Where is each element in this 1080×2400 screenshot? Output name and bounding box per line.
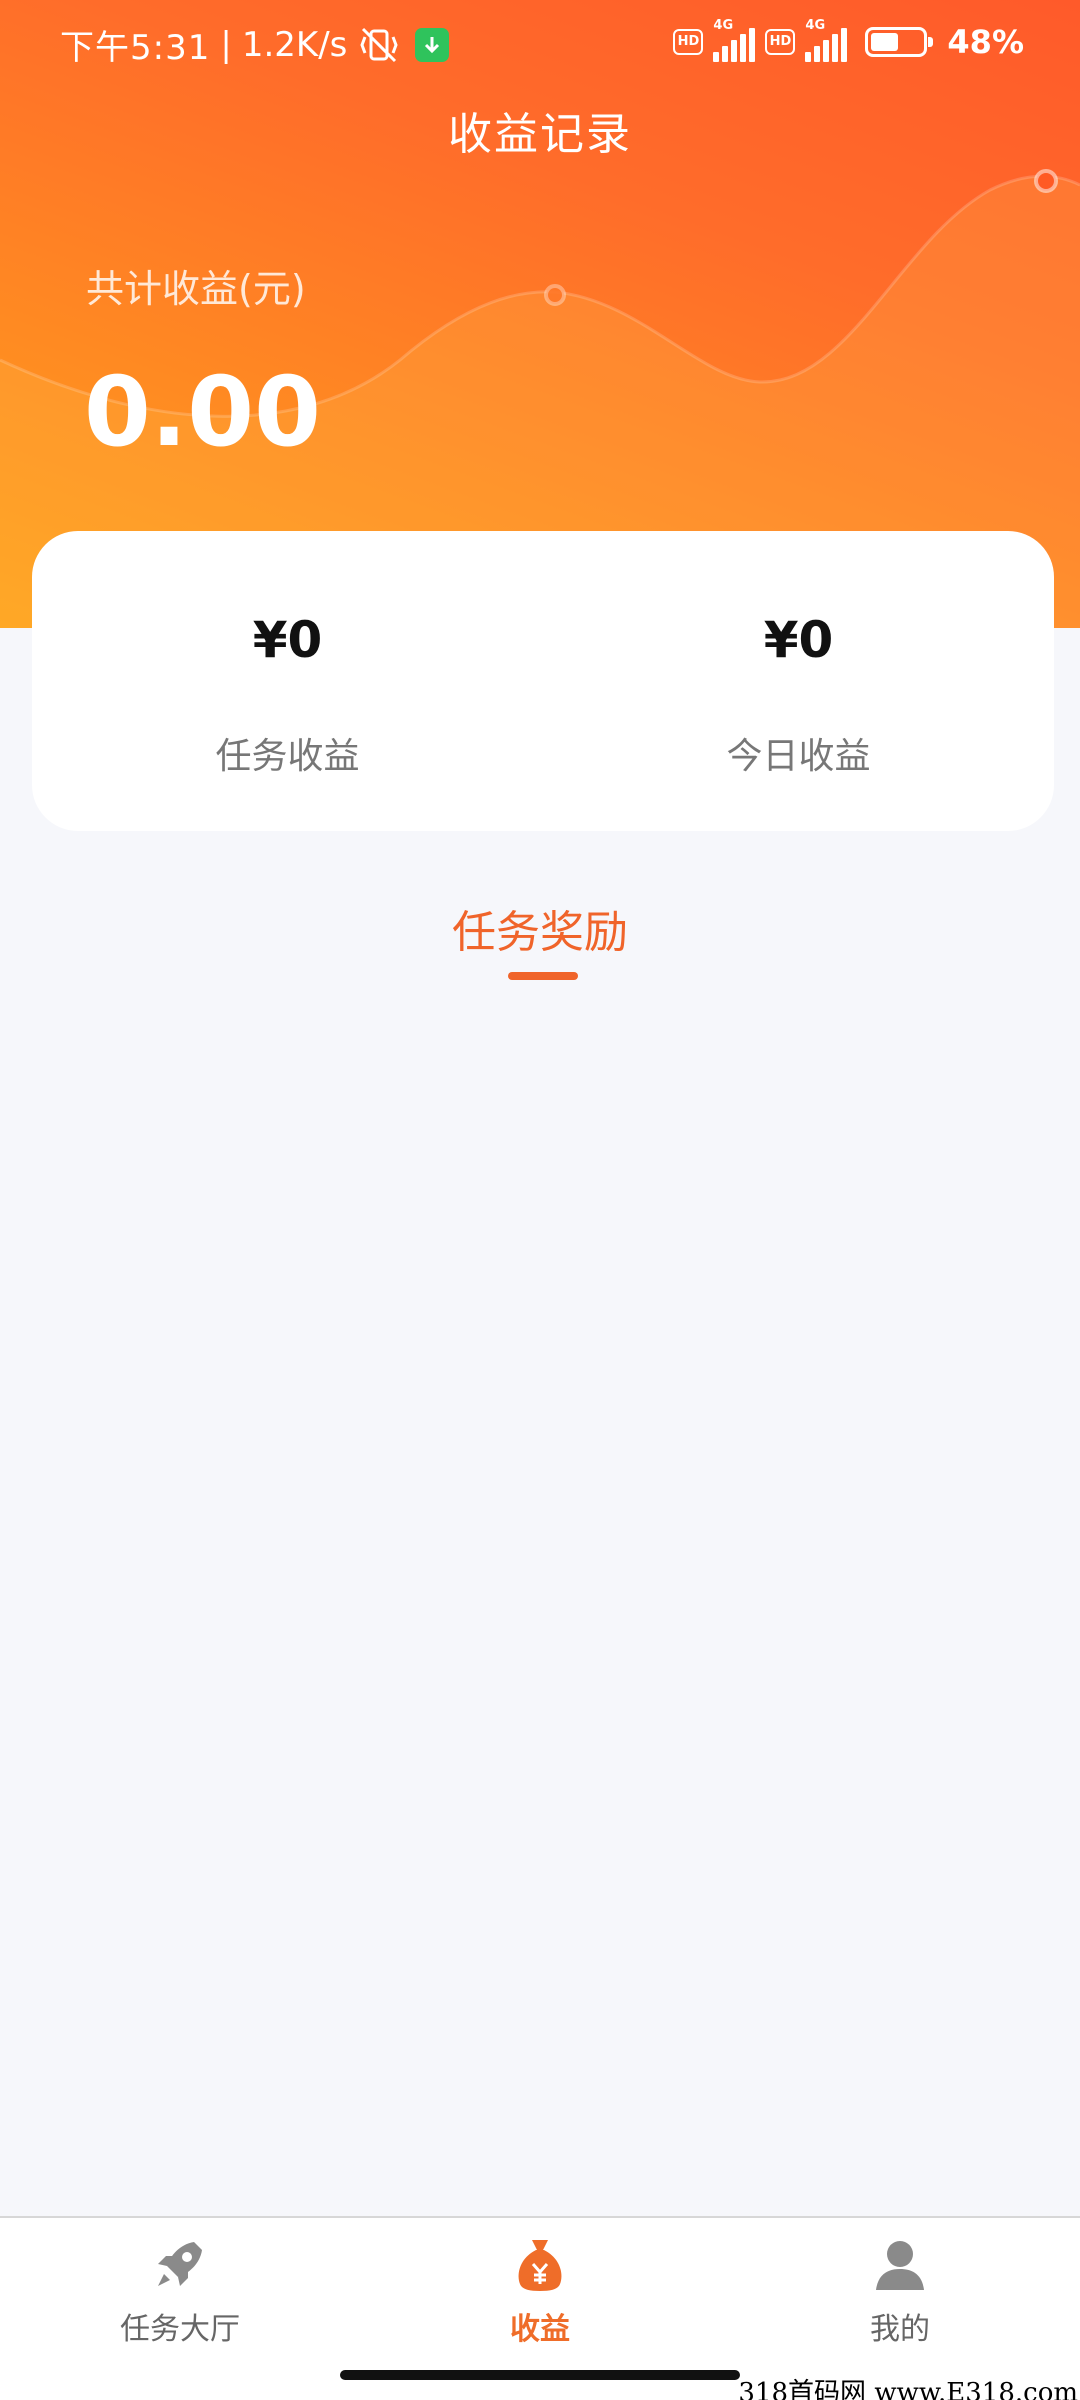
battery-icon [865,27,934,57]
task-income-amount: ¥0 [252,611,323,669]
total-earnings-label: 共计收益(元) [86,267,306,311]
tab-active-indicator [508,972,578,980]
status-time: 下午5:31 [60,28,211,68]
nav-item-task-hall[interactable]: 任务大厅 [80,2234,280,2348]
nav-label-earnings: 收益 [510,2312,570,2347]
hd-voice-badge: HD [673,29,704,55]
nav-item-mine[interactable]: 我的 [800,2234,1000,2348]
rocket-icon [158,2242,202,2286]
signal-icon-2: 4G [805,18,848,62]
nav-label-task-hall: 任务大厅 [120,2312,240,2347]
nav-item-earnings[interactable]: 收益 [440,2234,640,2348]
battery-level-fill [871,33,899,51]
earnings-page: 下午5:31 | 1.2K/s HD 4G HD 4G 48% 收益记录 共计收… [0,0,1080,2400]
tab-task-reward[interactable]: 任务奖励 [0,896,1080,960]
download-icon [415,27,450,62]
watermark: 318首码网 www.E318.com [738,2378,1078,2400]
user-icon [876,2241,924,2290]
today-income-stat: ¥0 今日收益 [543,531,1054,831]
total-earnings-value: 0.00 [84,356,321,468]
hd-voice-badge-2: HD [765,29,796,55]
task-income-stat: ¥0 任务收益 [32,531,543,831]
vibrate-mute-icon [360,27,398,62]
signal-icon: 4G [713,18,756,62]
status-separator: | [220,24,232,65]
page-title: 收益记录 [448,109,632,160]
battery-percentage: 48% [947,23,1024,61]
nav-label-mine: 我的 [870,2312,930,2347]
status-bar: 下午5:31 | 1.2K/s HD 4G HD 4G 48% [0,0,1080,84]
today-income-label: 今日收益 [726,736,871,777]
network-speed: 1.2K/s [241,24,348,65]
today-income-amount: ¥0 [763,611,834,669]
money-bag-icon [518,2240,562,2291]
network-type-label-2: 4G [805,18,826,33]
task-income-label: 任务收益 [215,736,360,777]
home-indicator[interactable] [340,2370,740,2380]
network-type-label: 4G [713,18,734,33]
earnings-summary-card: ¥0 任务收益 ¥0 今日收益 [32,531,1054,831]
